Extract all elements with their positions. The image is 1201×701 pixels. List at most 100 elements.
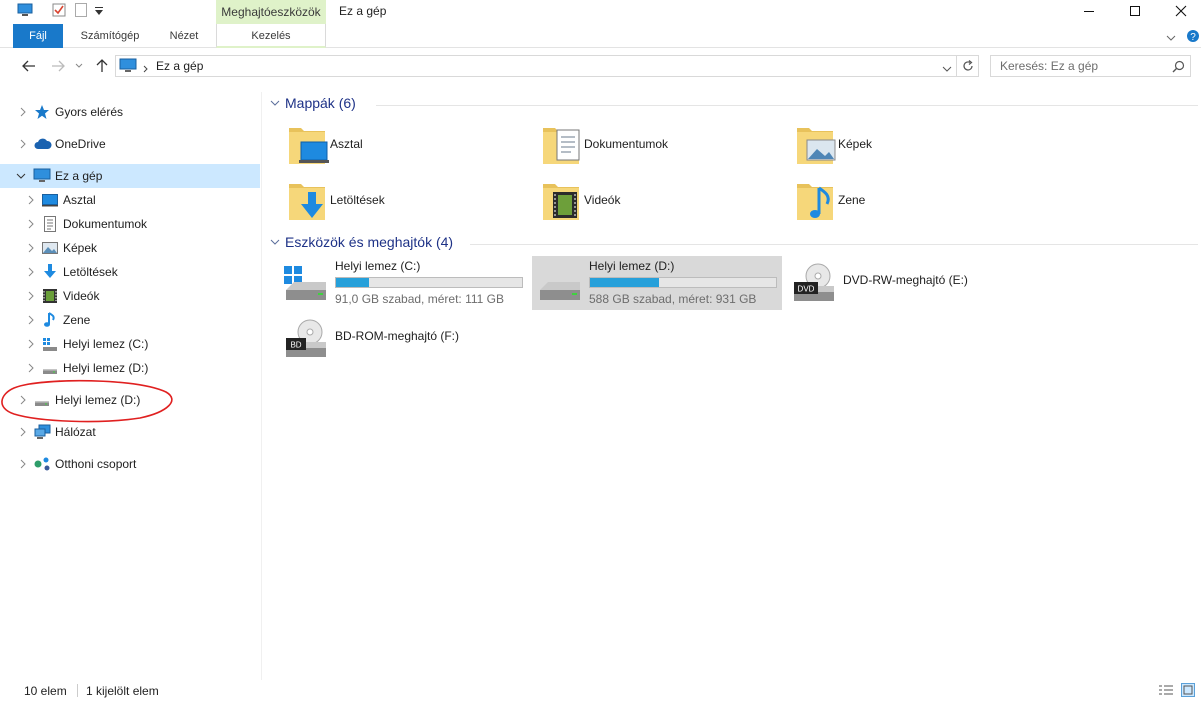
folder-videos[interactable]: Videók	[537, 176, 777, 224]
homegroup-icon	[34, 456, 50, 472]
videos-folder-icon	[543, 184, 579, 220]
nav-item-pictures[interactable]: Képek	[0, 236, 260, 260]
tab-manage[interactable]: Kezelés	[216, 24, 326, 48]
tab-file[interactable]: Fájl	[13, 24, 63, 48]
devices-group-header[interactable]: Eszközök és meghajtók (4)	[270, 234, 1198, 254]
nav-label: Otthoni csoport	[55, 457, 137, 471]
minimize-icon	[1084, 11, 1094, 12]
folder-music[interactable]: Zene	[791, 176, 1031, 224]
computer-icon	[33, 168, 51, 184]
forward-button[interactable]	[49, 58, 67, 74]
nav-item-onedrive[interactable]: OneDrive	[0, 132, 260, 156]
window-title: Ez a gép	[339, 4, 387, 18]
drive-usage-bar	[589, 277, 777, 288]
pictures-icon	[42, 240, 58, 256]
svg-text:BD: BD	[290, 341, 301, 350]
nav-item-desktop[interactable]: Asztal	[0, 188, 260, 212]
details-view-icon[interactable]	[1158, 684, 1174, 699]
recent-locations-button[interactable]	[74, 58, 84, 74]
chevron-right-icon	[20, 459, 26, 469]
group-divider	[470, 244, 1198, 245]
nav-label: Ez a gép	[55, 169, 103, 183]
up-button[interactable]	[93, 58, 111, 74]
folder-documents[interactable]: Dokumentumok	[537, 120, 777, 168]
drive-c[interactable]: Helyi lemez (C:) 91,0 GB szabad, méret: …	[278, 256, 528, 310]
video-icon	[42, 288, 58, 304]
ribbon-tabs: Fájl Számítógép Nézet Kezelés ?	[0, 24, 1201, 48]
content-area: Mappák (6) Asztal Dokumentumok Képek Let…	[263, 92, 1201, 680]
address-row: Ez a gép Keresés: Ez a gép	[0, 50, 1201, 82]
drive-bd[interactable]: BD BD-ROM-meghajtó (F:)	[278, 312, 528, 366]
drive-dvd[interactable]: DVD DVD-RW-meghajtó (E:)	[786, 256, 1036, 310]
properties-icon[interactable]	[52, 3, 66, 17]
nav-item-downloads[interactable]: Letöltések	[0, 260, 260, 284]
folder-pictures[interactable]: Képek	[791, 120, 1031, 168]
address-history-icon[interactable]	[942, 63, 952, 77]
nav-item-documents[interactable]: Dokumentumok	[0, 212, 260, 236]
chevron-right-icon	[28, 243, 34, 253]
new-folder-icon[interactable]	[75, 3, 89, 17]
tab-computer[interactable]: Számítógép	[67, 24, 153, 48]
chevron-right-icon	[28, 291, 34, 301]
folder-label: Zene	[838, 193, 866, 207]
help-icon[interactable]: ?	[1186, 29, 1200, 46]
close-icon	[1175, 5, 1187, 17]
back-button[interactable]	[20, 58, 38, 74]
close-button[interactable]	[1158, 0, 1201, 22]
folder-label: Képek	[838, 137, 873, 151]
nav-label: Képek	[63, 241, 98, 255]
drive-usage-bar	[335, 277, 523, 288]
documents-folder-icon	[543, 128, 580, 164]
maximize-button[interactable]	[1112, 0, 1158, 22]
large-icons-view-icon[interactable]	[1181, 683, 1195, 700]
windows-drive-icon	[284, 266, 326, 300]
drive-usage-fill	[336, 278, 370, 287]
nav-item-music[interactable]: Zene	[0, 308, 260, 332]
nav-label: Asztal	[63, 193, 96, 207]
drive-icon	[540, 282, 580, 300]
nav-item-this-pc[interactable]: Ez a gép	[0, 164, 260, 188]
drive-d[interactable]: Helyi lemez (D:) 588 GB szabad, méret: 9…	[532, 256, 782, 310]
group-divider	[376, 105, 1198, 106]
bd-drive-icon: BD	[286, 319, 326, 357]
refresh-icon	[962, 60, 973, 71]
chevron-right-icon	[20, 139, 26, 149]
nav-item-videos[interactable]: Videók	[0, 284, 260, 308]
breadcrumb-this-pc[interactable]: Ez a gép	[156, 59, 203, 73]
refresh-button[interactable]	[957, 55, 979, 77]
forward-arrow-icon	[52, 60, 65, 72]
nav-item-drive-c[interactable]: Helyi lemez (C:)	[0, 332, 260, 356]
folder-label: Letöltések	[330, 193, 385, 207]
up-arrow-icon	[96, 59, 108, 72]
drive-name: Helyi lemez (C:)	[335, 259, 421, 273]
context-tab-header: Meghajtóeszközök	[216, 0, 326, 24]
folders-group-header[interactable]: Mappák (6)	[270, 95, 1198, 115]
breadcrumb-separator-icon[interactable]	[143, 62, 149, 76]
expand-ribbon-icon[interactable]	[1166, 31, 1176, 45]
selected-count: 1 kijelölt elem	[86, 684, 159, 698]
nav-label: Helyi lemez (D:)	[63, 361, 149, 375]
address-bar[interactable]: Ez a gép	[115, 55, 957, 77]
customize-toolbar-icon[interactable]	[94, 6, 108, 20]
nav-label: Zene	[63, 313, 91, 327]
drive-icon	[42, 360, 58, 376]
folder-label: Dokumentumok	[584, 137, 669, 151]
folder-desktop[interactable]: Asztal	[283, 120, 523, 168]
nav-label: Videók	[63, 289, 100, 303]
drive-name: Helyi lemez (D:)	[589, 259, 675, 273]
nav-item-homegroup[interactable]: Otthoni csoport	[0, 452, 260, 476]
maximize-icon	[1130, 6, 1140, 16]
minimize-button[interactable]	[1066, 0, 1112, 22]
downloads-folder-icon	[289, 184, 325, 220]
search-input[interactable]: Keresés: Ez a gép	[990, 55, 1191, 77]
chevron-down-icon	[270, 239, 280, 245]
document-icon	[42, 216, 58, 232]
search-placeholder: Keresés: Ez a gép	[1000, 59, 1099, 73]
folder-label: Videók	[584, 193, 621, 207]
search-icon[interactable]	[1172, 60, 1185, 76]
nav-item-quick-access[interactable]: Gyors elérés	[0, 100, 260, 124]
computer-icon[interactable]	[17, 3, 33, 17]
folder-downloads[interactable]: Letöltések	[283, 176, 523, 224]
download-icon	[42, 264, 58, 280]
tab-view[interactable]: Nézet	[155, 24, 213, 48]
